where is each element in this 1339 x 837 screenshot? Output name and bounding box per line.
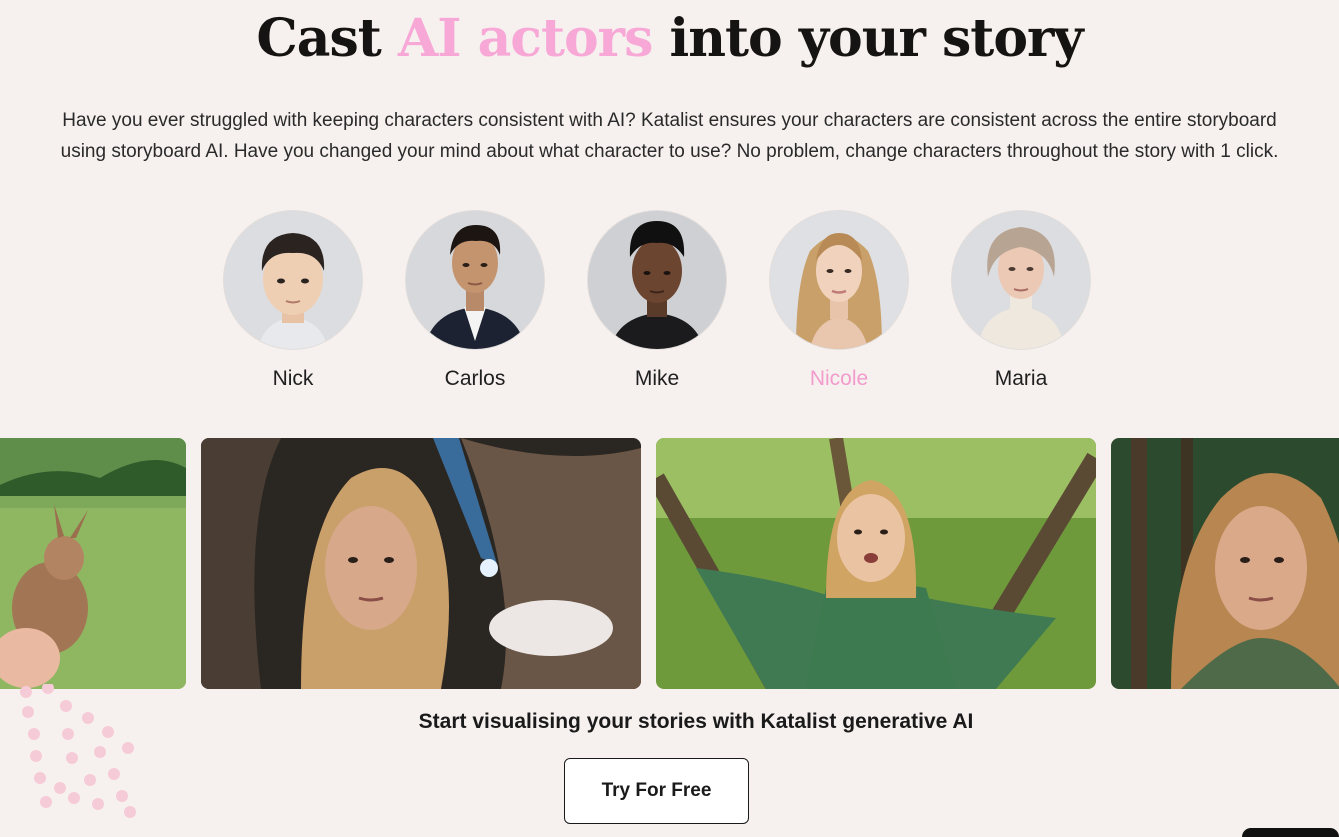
cast-member-nicole[interactable]: Nicole: [748, 211, 930, 401]
cast-member-maria[interactable]: Maria: [930, 211, 1112, 401]
cave-crystal-woman-image-icon: [201, 438, 641, 689]
try-for-free-button[interactable]: Try For Free: [564, 758, 749, 824]
title-prefix: Cast: [256, 8, 398, 69]
cast-selector: Nick Carlos Mike Nicole Maria: [202, 211, 1112, 401]
page-title: Cast AI actors into your story: [0, 6, 1339, 72]
man-suit-portrait-icon: [406, 211, 544, 349]
scene-carousel[interactable]: [0, 438, 1339, 689]
boy-portrait-icon: [224, 211, 362, 349]
forest-woman-closeup-image-icon: [1111, 438, 1339, 689]
title-accent: AI actors: [397, 8, 654, 69]
young-man-portrait-icon: [588, 211, 726, 349]
title-suffix: into your story: [652, 8, 1083, 69]
blonde-woman-portrait-icon: [770, 211, 908, 349]
chat-widget-edge[interactable]: [1242, 828, 1339, 837]
cast-name: Maria: [994, 367, 1048, 390]
cast-member-carlos[interactable]: Carlos: [384, 211, 566, 401]
cast-member-mike[interactable]: Mike: [566, 211, 748, 401]
cast-member-nick[interactable]: Nick: [202, 211, 384, 401]
cast-name: Carlos: [444, 367, 506, 390]
cast-name: Nick: [272, 367, 314, 390]
intro-paragraph: Have you ever struggled with keeping cha…: [30, 105, 1309, 167]
cast-name-selected: Nicole: [809, 367, 869, 390]
tree-forest-woman-image-icon: [656, 438, 1096, 689]
elderly-woman-portrait-icon: [952, 211, 1090, 349]
cast-name: Mike: [634, 367, 680, 390]
cta-text: Start visualising your stories with Kata…: [418, 710, 974, 733]
rabbit-meadow-image-icon: [0, 438, 186, 689]
intro-line-2: using storyboard AI. Have you changed yo…: [60, 141, 1279, 162]
intro-line-1: Have you ever struggled with keeping cha…: [62, 110, 1277, 131]
decorative-dots-icon: [20, 684, 136, 818]
